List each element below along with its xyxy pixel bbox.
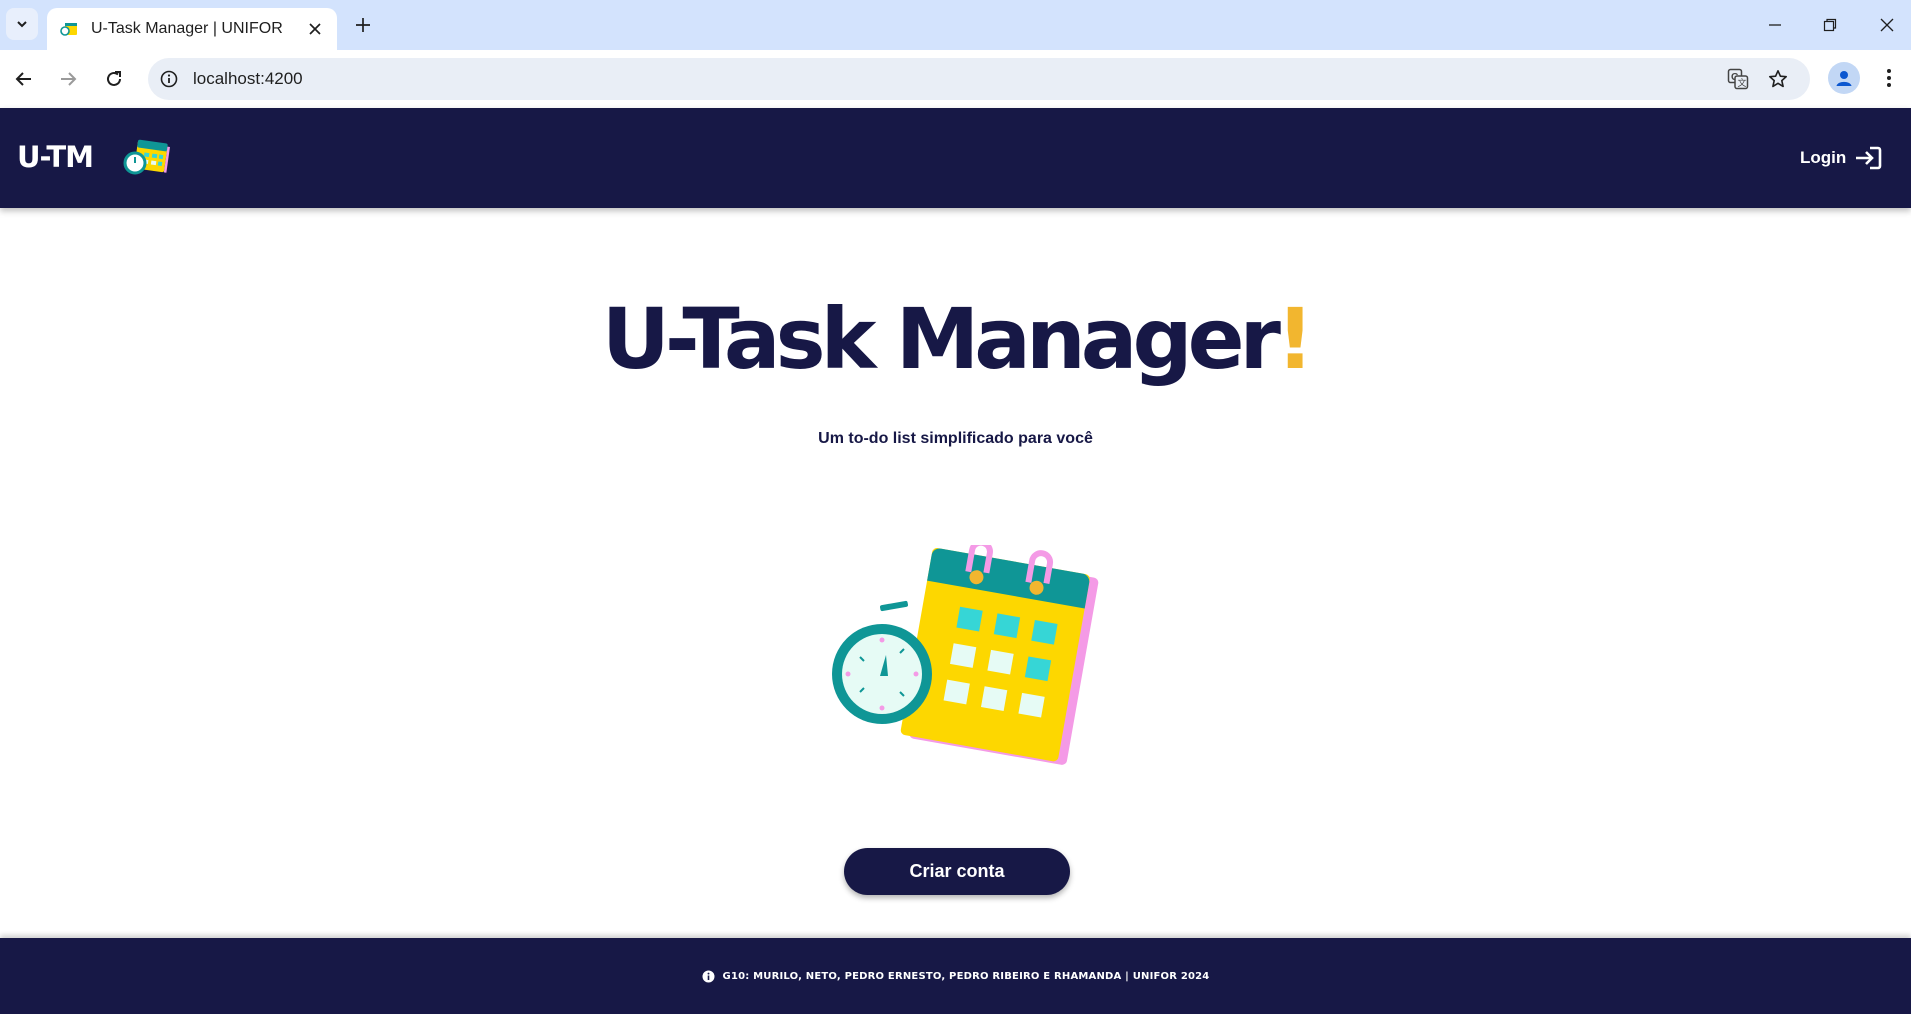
site-info-icon[interactable] xyxy=(148,58,190,100)
plus-icon[interactable] xyxy=(350,12,376,38)
browser-tabstrip: U-Task Manager | UNIFOR xyxy=(0,0,1911,50)
restore-icon[interactable] xyxy=(1815,10,1845,40)
back-icon[interactable] xyxy=(7,62,41,96)
window-close-icon[interactable] xyxy=(1872,10,1902,40)
browser-tab-active[interactable]: U-Task Manager | UNIFOR xyxy=(47,8,337,50)
hero-title-accent: ! xyxy=(1275,290,1314,388)
create-account-button[interactable]: Criar conta xyxy=(844,848,1070,895)
more-menu-icon[interactable] xyxy=(1874,60,1904,96)
svg-text:文: 文 xyxy=(1738,77,1747,89)
app-footer: G10: MURILO, NETO, PEDRO ERNESTO, PEDRO … xyxy=(0,938,1911,1014)
hero-title: U-Task Manager! xyxy=(0,290,1911,388)
calendar-clock-logo-icon xyxy=(123,139,170,175)
tab-title: U-Task Manager | UNIFOR xyxy=(91,20,283,37)
calendar-favicon-icon xyxy=(60,23,77,36)
bookmark-star-icon[interactable] xyxy=(1758,59,1798,99)
profile-icon[interactable] xyxy=(1828,62,1860,94)
calendar-stopwatch-illustration xyxy=(832,545,1099,765)
login-label: Login xyxy=(1800,148,1847,167)
app-header: U-TM Login xyxy=(0,108,1911,208)
url-text[interactable]: localhost:4200 xyxy=(193,69,1718,89)
browser-toolbar: localhost:4200 G文 xyxy=(0,50,1911,108)
login-arrow-icon xyxy=(1856,146,1882,170)
minimize-icon[interactable] xyxy=(1760,10,1790,40)
brand-logo-text[interactable]: U-TM xyxy=(17,140,94,174)
address-bar[interactable]: localhost:4200 G文 xyxy=(148,58,1810,100)
reload-icon[interactable] xyxy=(97,62,131,96)
info-icon xyxy=(702,970,715,982)
close-icon[interactable] xyxy=(305,19,325,39)
footer-credits: G10: MURILO, NETO, PEDRO ERNESTO, PEDRO … xyxy=(722,970,1210,982)
hero-subtitle: Um to-do list simplificado para você xyxy=(818,430,1093,447)
hero-title-text: U-Task Manager xyxy=(601,290,1281,388)
login-button[interactable]: Login xyxy=(1800,146,1882,170)
tab-search-icon[interactable] xyxy=(6,8,38,40)
forward-icon[interactable] xyxy=(51,62,85,96)
translate-icon[interactable]: G文 xyxy=(1718,59,1758,99)
